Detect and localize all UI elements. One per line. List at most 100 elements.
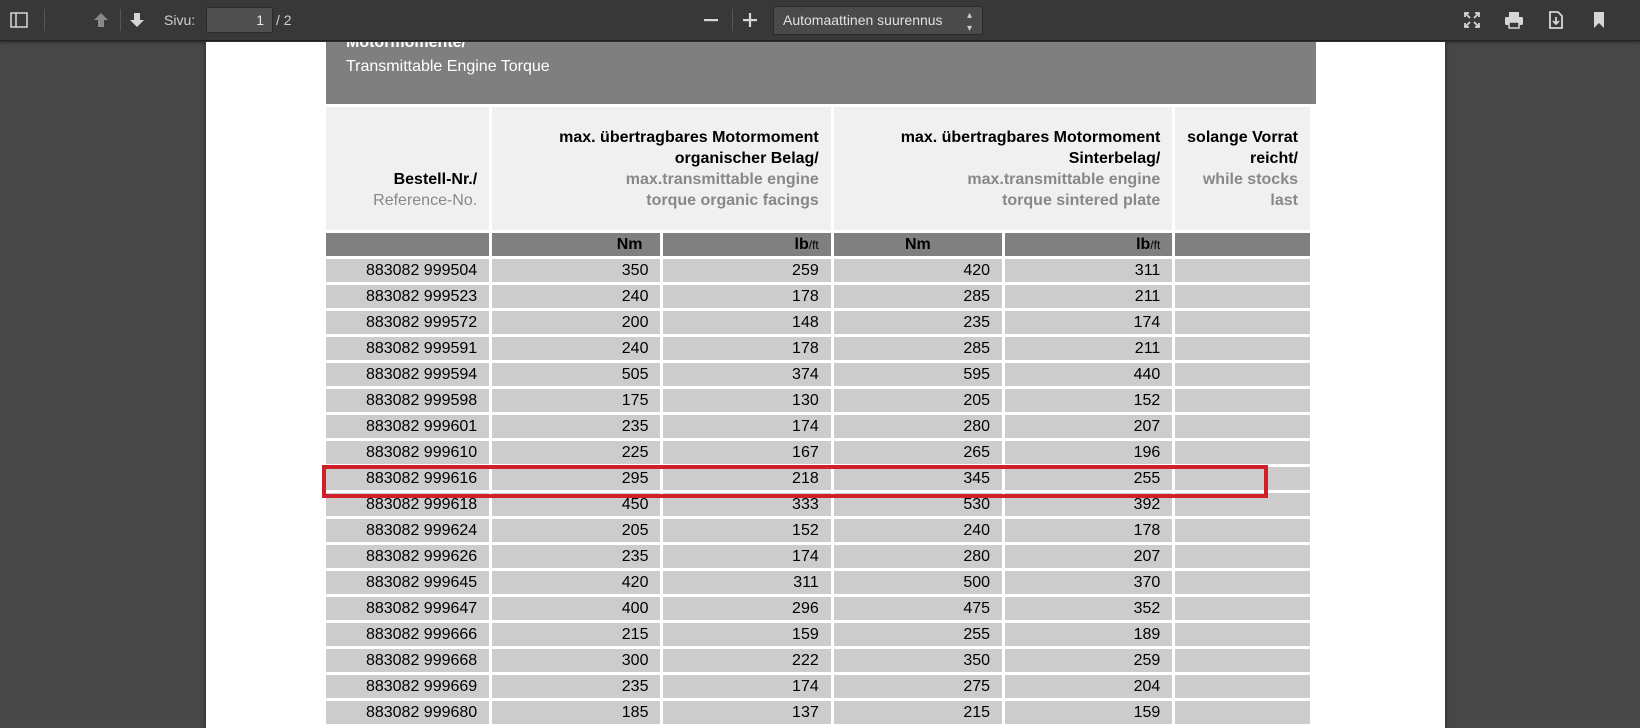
cell-organic-lbft: 174 [663,415,831,438]
cell-organic-lbft: 178 [663,285,831,308]
cell-sintered-lbft: 311 [1005,259,1173,282]
arrow-up-icon [92,11,110,29]
next-page-button[interactable] [122,6,152,34]
unit-lb: lb [1136,235,1151,253]
print-button[interactable] [1499,6,1529,34]
cell-organic-lbft: 374 [663,363,831,386]
fullscreen-icon [1463,11,1481,29]
page-number-input[interactable] [206,7,273,33]
cell-reference: 883082 999668 [326,649,490,672]
cell-stock [1175,467,1310,490]
table-row: 883082 999668 300 222 350 259 [326,649,1310,672]
cell-organic-nm: 215 [492,623,661,646]
pdf-toolbar: Sivu: / 2 Automaattinen suurennus ▴▾ [0,0,1640,41]
header-sintered-de1: max. übertragbares Motormoment [900,128,1161,146]
cell-organic-lbft: 222 [663,649,831,672]
table-row: 883082 999624 205 152 240 178 [326,519,1310,542]
cell-organic-nm: 400 [492,597,661,620]
cell-reference: 883082 999594 [326,363,490,386]
zoom-select[interactable]: Automaattinen suurennus ▴ ▾ [773,6,983,35]
cell-organic-lbft: 174 [663,545,831,568]
cell-reference: 883082 999647 [326,597,490,620]
cell-reference: 883082 999624 [326,519,490,542]
zoom-out-button[interactable] [696,6,726,34]
table-row: 883082 999616 295 218 345 255 [326,467,1310,490]
zoom-in-button[interactable] [735,6,765,34]
unit-ft: /ft [808,237,819,252]
cell-sintered-nm: 255 [833,623,1003,646]
table-row: 883082 999572 200 148 235 174 [326,311,1310,334]
cell-sintered-lbft: 178 [1005,519,1173,542]
cell-organic-nm: 420 [492,571,661,594]
cell-sintered-nm: 265 [833,441,1003,464]
cell-stock [1175,519,1310,542]
cell-sintered-nm: 500 [833,571,1003,594]
cell-reference: 883082 999591 [326,337,490,360]
document-viewer[interactable]: Motormomente/ Transmittable Engine Torqu… [0,42,1640,728]
cell-stock [1175,675,1310,698]
cell-organic-lbft: 259 [663,259,831,282]
cell-reference: 883082 999598 [326,389,490,412]
cell-sintered-lbft: 259 [1005,649,1173,672]
cell-reference: 883082 999666 [326,623,490,646]
cell-organic-nm: 450 [492,493,661,516]
table-header-row: Bestell-Nr./ Reference-No. max. übertrag… [326,107,1310,230]
cell-sintered-nm: 285 [833,285,1003,308]
bookmark-icon [1592,11,1606,29]
header-sintered-en2: torque sintered plate [1002,191,1161,209]
cell-reference: 883082 999616 [326,467,490,490]
cell-reference: 883082 999572 [326,311,490,334]
zoom-select-value: Automaattinen suurennus [783,12,943,28]
bookmark-button[interactable] [1584,6,1614,34]
unit-lbft-sintered: lb/ft [1005,233,1173,256]
cell-sintered-nm: 280 [833,415,1003,438]
cell-sintered-nm: 475 [833,597,1003,620]
cell-sintered-lbft: 392 [1005,493,1173,516]
cell-reference: 883082 999610 [326,441,490,464]
cell-organic-lbft: 218 [663,467,831,490]
cell-sintered-lbft: 370 [1005,571,1173,594]
cell-organic-lbft: 148 [663,311,831,334]
header-organic-de2: organischer Belag/ [674,149,819,167]
presentation-mode-button[interactable] [1457,6,1487,34]
cell-sintered-nm: 285 [833,337,1003,360]
cell-stock [1175,623,1310,646]
cell-sintered-lbft: 196 [1005,441,1173,464]
cell-stock [1175,285,1310,308]
table-row: 883082 999598 175 130 205 152 [326,389,1310,412]
cell-organic-lbft: 174 [663,675,831,698]
cell-organic-nm: 240 [492,285,661,308]
cell-sintered-lbft: 440 [1005,363,1173,386]
sidebar-toggle-button[interactable] [4,6,34,34]
cell-stock [1175,597,1310,620]
cell-reference: 883082 999504 [326,259,490,282]
download-icon [1547,11,1565,29]
table-row: 883082 999594 505 374 595 440 [326,363,1310,386]
toolbar-separator [732,9,733,31]
previous-page-button[interactable] [86,6,116,34]
plus-icon [742,12,758,28]
pdf-page: Motormomente/ Transmittable Engine Torqu… [206,42,1445,728]
unit-ft: /ft [1150,237,1161,252]
page-total: / 2 [276,12,292,28]
print-icon [1504,11,1524,29]
table-row: 883082 999645 420 311 500 370 [326,571,1310,594]
header-stock: solange Vorrat reicht/ while stocks last [1175,107,1310,230]
download-button[interactable] [1541,6,1571,34]
cell-organic-nm: 225 [492,441,661,464]
table-row: 883082 999618 450 333 530 392 [326,493,1310,516]
unit-nm-organic: Nm [492,233,661,256]
cell-organic-lbft: 152 [663,519,831,542]
cell-reference: 883082 999669 [326,675,490,698]
cell-sintered-nm: 235 [833,311,1003,334]
cell-organic-nm: 185 [492,701,661,724]
table-row: 883082 999647 400 296 475 352 [326,597,1310,620]
units-row: Nm lb/ft Nm lb/ft [326,233,1310,256]
table-row: 883082 999601 235 174 280 207 [326,415,1310,438]
cell-stock [1175,363,1310,386]
toolbar-separator [120,9,121,31]
cell-sintered-lbft: 174 [1005,311,1173,334]
cell-sintered-lbft: 189 [1005,623,1173,646]
page-label: Sivu: [164,12,196,28]
cell-stock [1175,415,1310,438]
